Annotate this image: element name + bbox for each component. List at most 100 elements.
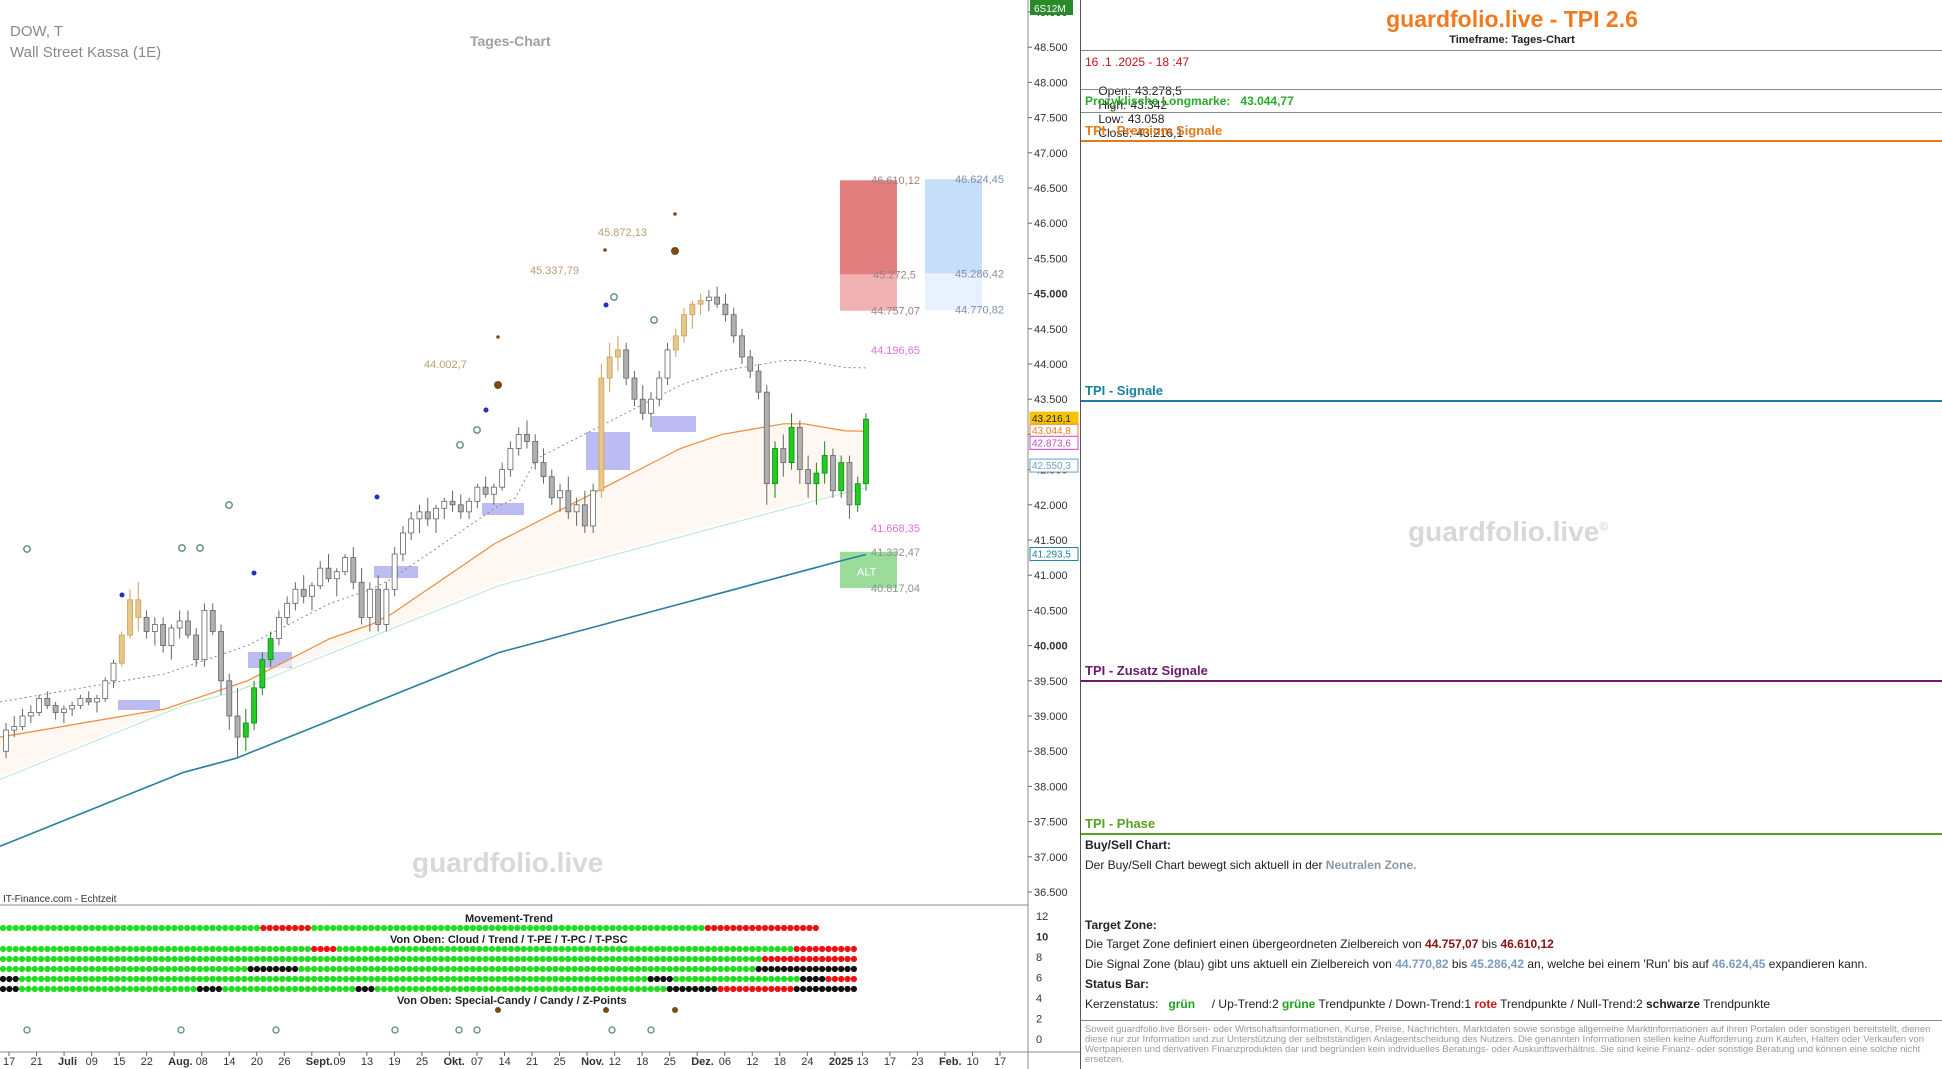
- indicator-dot: [558, 985, 565, 993]
- indicator-dot: [596, 985, 604, 993]
- indicator-dot: [526, 955, 534, 963]
- indicator-dot: [25, 975, 32, 983]
- indicator-dot: [787, 924, 794, 932]
- indicator-dot: [800, 985, 807, 993]
- indicator-dot: [730, 945, 737, 953]
- time-label: 19: [388, 1056, 400, 1068]
- chart-area[interactable]: 44.002,7 45.337,79 45.872,13 46.610,12 45.27…: [0, 0, 1080, 1069]
- indicator-dot: [647, 945, 654, 953]
- indicator-dot: [679, 985, 686, 993]
- indicator-dot: [450, 945, 457, 953]
- indicator-dot: [520, 975, 527, 983]
- indicator-dot: [584, 924, 591, 932]
- price-tick-label: 45.000: [1034, 289, 1068, 301]
- price-label: ALT: [857, 567, 877, 579]
- indicator-dot: [44, 945, 51, 953]
- indicator-dot: [469, 955, 476, 963]
- indicator-dot: [196, 965, 203, 973]
- indicator-dot: [76, 945, 83, 953]
- indicator-dot: [533, 965, 540, 973]
- indicator-dot: [755, 975, 762, 983]
- indicator-dot: [666, 945, 673, 953]
- indicator-dot: [819, 985, 826, 993]
- z-point-circle: [473, 1026, 481, 1034]
- indicator-dot: [165, 975, 172, 983]
- indicator-dot: [812, 924, 819, 932]
- indicator-dot: [558, 965, 565, 973]
- time-label: Juli: [58, 1056, 77, 1068]
- indicator-dot: [520, 924, 527, 932]
- indicator-dot: [311, 945, 318, 953]
- candle: [275, 617, 282, 639]
- indicator-dot: [336, 985, 343, 993]
- indicator-dot: [774, 975, 781, 983]
- indicator-dot: [641, 924, 648, 932]
- indicator-dot: [774, 985, 781, 993]
- indicator-dot: [698, 924, 705, 932]
- indicator-dot: [304, 945, 311, 953]
- candle: [193, 634, 200, 661]
- indicator-dot: [374, 945, 381, 953]
- indicator-dot: [825, 975, 832, 983]
- indicator-dot: [806, 945, 813, 953]
- indicator-dot: [736, 924, 743, 932]
- indicator-dot: [628, 985, 635, 993]
- indicator-dot: [184, 945, 191, 953]
- indicator-dot: [679, 975, 686, 983]
- indicator-dot: [812, 985, 819, 993]
- indicator-dot: [482, 975, 489, 983]
- indicator-dot: [698, 955, 705, 963]
- indicator-dot: [234, 924, 242, 932]
- candle: [317, 567, 324, 587]
- indicator-dot: [507, 945, 515, 953]
- indicator-dot: [533, 945, 540, 953]
- indicator-dot: [831, 955, 838, 963]
- indicator-dot: [323, 965, 330, 973]
- candle: [805, 469, 812, 485]
- indicator-dot: [615, 945, 623, 953]
- indicator-dot: [806, 924, 813, 932]
- time-label: 07: [471, 1056, 483, 1068]
- price-label: 46.624,45: [955, 174, 1004, 186]
- indicator-dot: [501, 965, 508, 973]
- candle: [160, 624, 167, 646]
- indicator-dot: [387, 975, 394, 983]
- indicator-dot: [596, 965, 604, 973]
- indicator-dot: [272, 965, 280, 973]
- indicator-dot: [838, 955, 845, 963]
- indicator-dot: [260, 975, 267, 983]
- candle: [350, 557, 357, 583]
- indicator-dot: [292, 924, 299, 932]
- indicator-dot: [577, 975, 584, 983]
- indicator-dot: [501, 975, 508, 983]
- candle: [44, 698, 51, 706]
- indicator-dot: [450, 985, 457, 993]
- candle: [366, 588, 373, 618]
- indicator-dot: [88, 985, 95, 993]
- indicator-dot: [95, 955, 102, 963]
- symbol-label: DOW, T: [10, 23, 63, 40]
- indicator-sub1: Von Oben: Cloud / Trend / T-PE / T-PC / …: [390, 934, 628, 946]
- indicator-dot: [482, 924, 489, 932]
- indicator-dot: [342, 975, 349, 983]
- candle: [755, 370, 762, 393]
- indicator-dot: [336, 965, 343, 973]
- indicator-dot: [38, 945, 45, 953]
- status-text: Kerzenstatus: grün / Up-Trend:2 grüne Tr…: [1085, 997, 1771, 1011]
- indicator-dot: [717, 945, 724, 953]
- indicator-dot: [215, 965, 222, 973]
- price-chart[interactable]: 44.002,7 45.337,79 45.872,13 46.610,12 45.27…: [0, 0, 1080, 1069]
- candle: [540, 462, 547, 478]
- candle: [606, 356, 613, 379]
- indicator-dot: [406, 945, 413, 953]
- indicator-dot: [425, 985, 432, 993]
- indicator-dot: [577, 955, 584, 963]
- indicator-dot: [114, 965, 121, 973]
- special-candy-marker: [603, 1007, 609, 1013]
- price-tick-label: 40.500: [1034, 605, 1068, 617]
- indicator-dot: [38, 975, 45, 983]
- indicator-dot: [12, 975, 19, 983]
- indicator-dot: [444, 985, 451, 993]
- longmarke-divider: [1081, 112, 1942, 113]
- info-panel: guardfolio.live - TPI 2.6 Timeframe: Tag…: [1080, 0, 1942, 1069]
